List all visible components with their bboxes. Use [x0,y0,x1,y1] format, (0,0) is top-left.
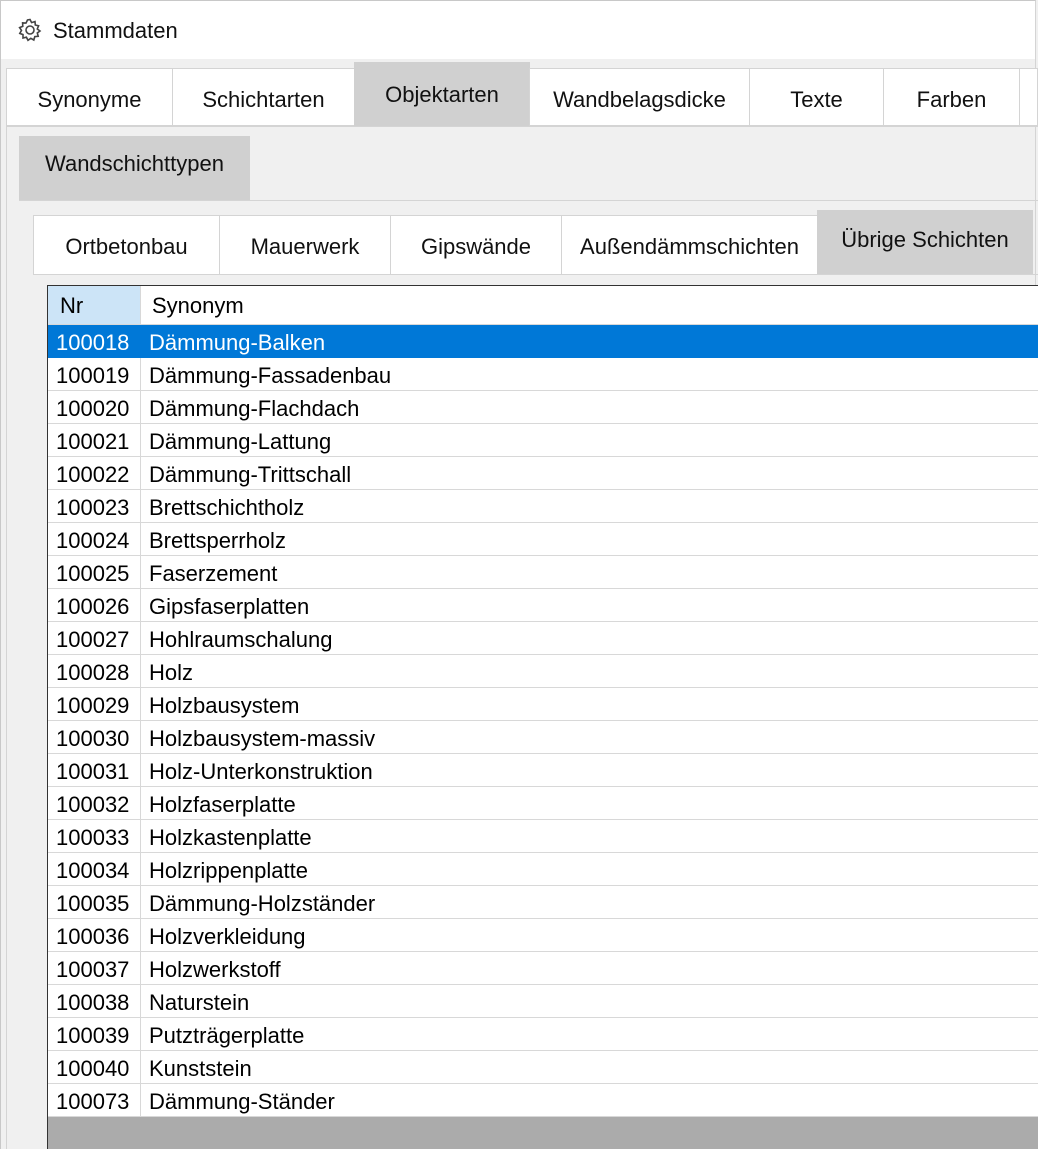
tab-gipswaende[interactable]: Gipswände [390,215,562,275]
table-row[interactable]: 100022 Dämmung-Trittschall [48,457,1038,490]
column-header-nr[interactable]: Nr [48,286,141,324]
cell-nr: 100073 [48,1084,141,1116]
table-row[interactable]: 100037 Holzwerkstoff [48,952,1038,985]
cell-synonym: Holzbausystem [149,693,300,718]
cell-nr: 100035 [48,886,141,918]
table-row[interactable]: 100018 Dämmung-Balken [48,325,1038,358]
tab-mauerwerk[interactable]: Mauerwerk [219,215,391,275]
table-row[interactable]: 100032 Holzfaserplatte [48,787,1038,820]
cell-nr: 100037 [48,952,141,984]
cell-nr: 100034 [48,853,141,885]
cell-nr: 100039 [48,1018,141,1050]
cell-nr: 100023 [48,490,141,522]
cell-synonym: Gipsfaserplatten [149,594,310,619]
cell-synonym: Dämmung-Trittschall [149,462,352,487]
tab-divider [19,200,1038,201]
table-row[interactable]: 100036 Holzverkleidung [48,919,1038,952]
table-row[interactable]: 100029 Holzbausystem [48,688,1038,721]
tab-wandbelagsdicke[interactable]: Wandbelagsdicke [529,68,750,126]
tab-texte[interactable]: Texte [749,68,884,126]
cell-nr: 100030 [48,721,141,753]
table-row[interactable]: 100030 Holzbausystem-massiv [48,721,1038,754]
cell-nr: 100027 [48,622,141,654]
tab-synonyme[interactable]: Synonyme [6,68,173,126]
cell-nr: 100022 [48,457,141,489]
table-row[interactable]: 100023 Brettschichtholz [48,490,1038,523]
cell-nr: 100040 [48,1051,141,1083]
table-row[interactable]: 100025 Faserzement [48,556,1038,589]
cell-synonym: Dämmung-Holzständer [149,891,376,916]
synonym-grid[interactable]: Nr Synonym 100018 Dämmung-Balken 100019 Däm… [47,285,1038,1149]
cell-synonym: Holzwerkstoff [149,957,281,982]
cell-synonym: Holzkastenplatte [149,825,312,850]
cell-nr: 100036 [48,919,141,951]
tab-schichtarten[interactable]: Schichtarten [172,68,355,126]
cell-synonym: Faserzement [149,561,278,586]
cell-nr: 100019 [48,358,141,390]
tab-divider [33,274,1038,275]
column-header-synonym[interactable]: Synonym [141,286,244,324]
cell-synonym: Dämmung-Balken [149,330,326,355]
cell-synonym: Dämmung-Lattung [149,429,332,454]
cell-nr: 100025 [48,556,141,588]
table-row[interactable]: 100033 Holzkastenplatte [48,820,1038,853]
table-row[interactable]: 100038 Naturstein [48,985,1038,1018]
table-row[interactable]: 100073 Dämmung-Ständer [48,1084,1038,1117]
table-row[interactable]: 100021 Dämmung-Lattung [48,424,1038,457]
table-row[interactable]: 100031 Holz-Unterkonstruktion [48,754,1038,787]
cell-synonym: Holz [149,660,194,685]
cell-nr: 100033 [48,820,141,852]
cell-synonym: Holzrippenplatte [149,858,308,883]
cell-nr: 100024 [48,523,141,555]
table-row[interactable]: 100039 Putzträgerplatte [48,1018,1038,1051]
title-bar: Stammdaten [1,1,1035,59]
cell-nr: 100029 [48,688,141,720]
cell-synonym: Brettschichtholz [149,495,305,520]
tab-objektarten[interactable]: Objektarten [354,62,530,126]
tab-uebrige-schichten[interactable]: Übrige Schichten [817,210,1033,274]
cell-nr: 100020 [48,391,141,423]
cell-synonym: Holzbausystem-massiv [149,726,376,751]
cell-nr: 100028 [48,655,141,687]
cell-synonym: Holz-Unterkonstruktion [149,759,373,784]
cell-synonym: Dämmung-Ständer [149,1089,335,1114]
tab-wandschichttypen[interactable]: Wandschichttypen [19,136,250,200]
cell-nr: 100026 [48,589,141,621]
table-row[interactable]: 100026 Gipsfaserplatten [48,589,1038,622]
tab-farben[interactable]: Farben [883,68,1020,126]
table-row[interactable]: 100034 Holzrippenplatte [48,853,1038,886]
cell-synonym: Holzfaserplatte [149,792,296,817]
cell-synonym: Putzträgerplatte [149,1023,305,1048]
window-title: Stammdaten [53,18,178,43]
cell-nr: 100038 [48,985,141,1017]
tab-ortbetonbau[interactable]: Ortbetonbau [33,215,220,275]
table-row[interactable]: 100040 Kunststein [48,1051,1038,1084]
cell-synonym: Kunststein [149,1056,252,1081]
tab-overflow[interactable] [1019,68,1038,126]
tab-aussendaemmschichten[interactable]: Außendämmschichten [561,215,818,275]
cell-synonym: Dämmung-Flachdach [149,396,360,421]
table-row[interactable]: 100028 Holz [48,655,1038,688]
cell-synonym: Holzverkleidung [149,924,306,949]
cell-synonym: Naturstein [149,990,250,1015]
gear-icon [18,18,42,42]
cell-nr: 100031 [48,754,141,786]
table-row[interactable]: 100019 Dämmung-Fassadenbau [48,358,1038,391]
cell-nr: 100018 [48,325,141,357]
table-row[interactable]: 100024 Brettsperrholz [48,523,1038,556]
cell-synonym: Dämmung-Fassadenbau [149,363,392,388]
main-tab-strip: Synonyme Schichtarten Objektarten Wandbe… [6,62,1038,127]
grid-rows: 100018 Dämmung-Balken 100019 Dämmung-Fassad… [48,325,1038,1117]
table-row[interactable]: 100027 Hohlraumschalung [48,622,1038,655]
cell-nr: 100021 [48,424,141,456]
grid-header: Nr Synonym [48,286,1038,325]
cell-synonym: Hohlraumschalung [149,627,333,652]
table-row[interactable]: 100020 Dämmung-Flachdach [48,391,1038,424]
cell-nr: 100032 [48,787,141,819]
cell-synonym: Brettsperrholz [149,528,286,553]
table-row[interactable]: 100035 Dämmung-Holzständer [48,886,1038,919]
